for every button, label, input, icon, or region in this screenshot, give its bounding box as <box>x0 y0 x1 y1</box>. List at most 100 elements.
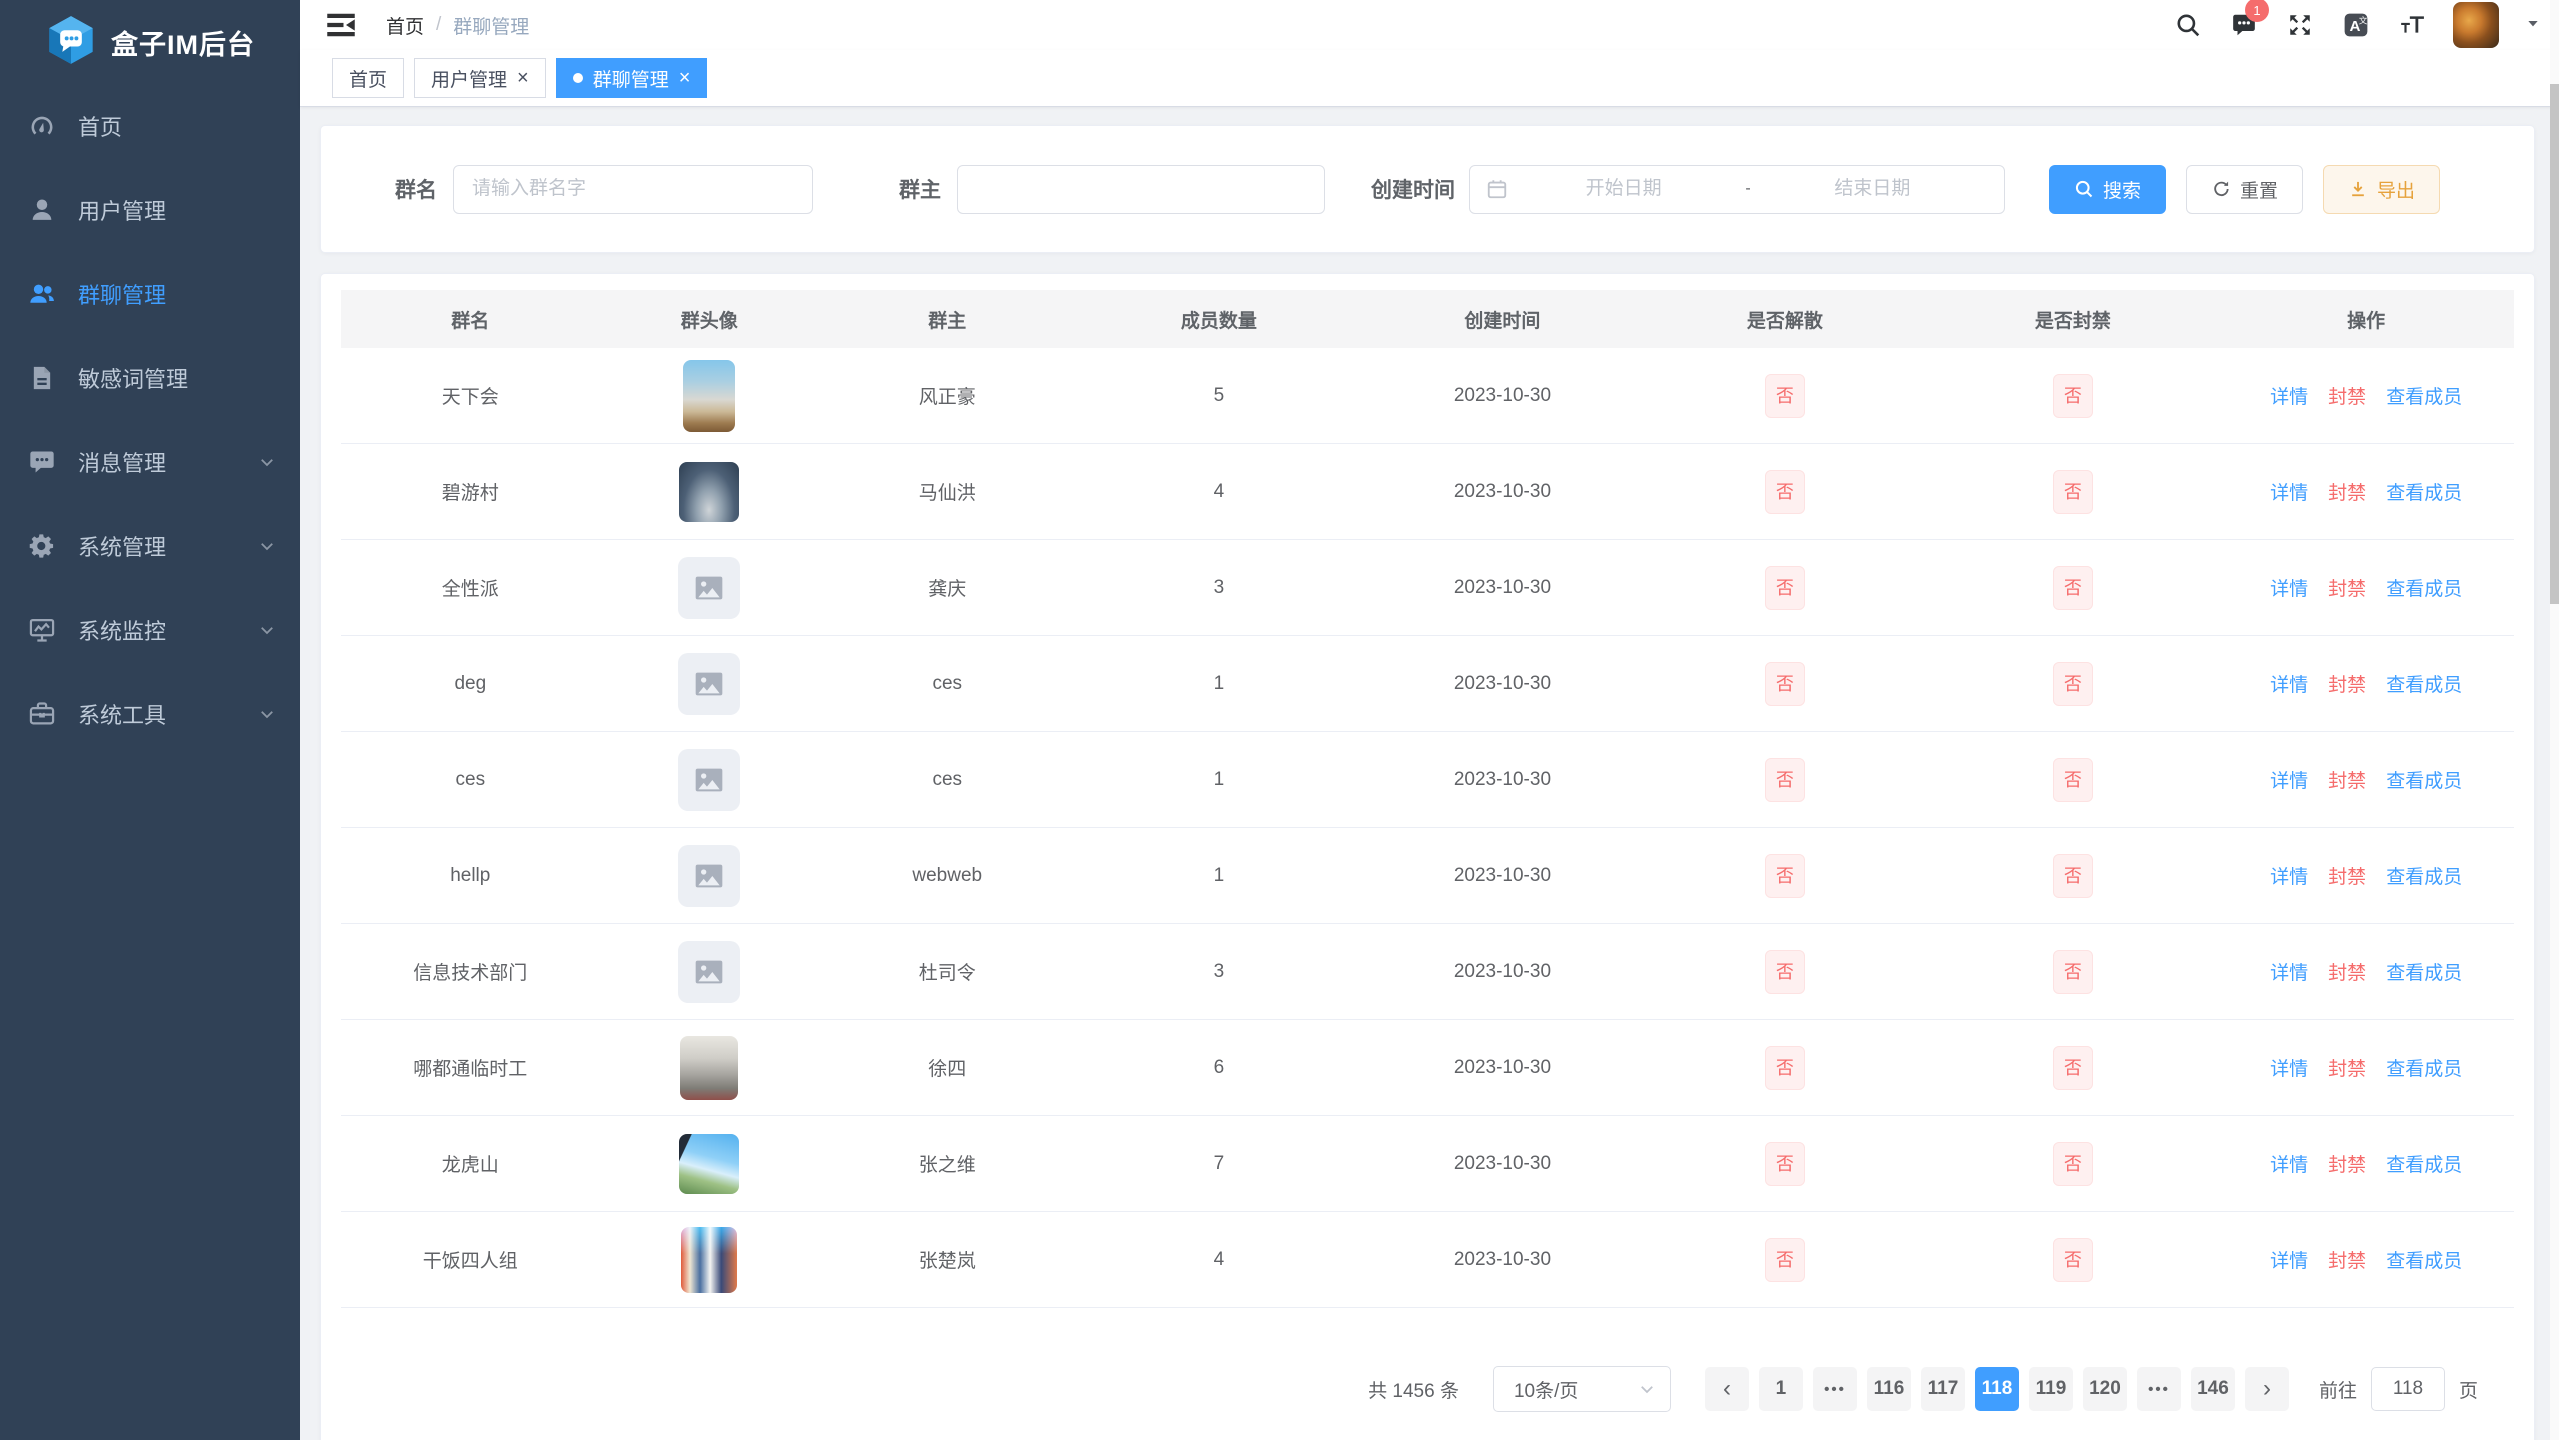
ban-link[interactable]: 封禁 <box>2328 1054 2366 1081</box>
group-name: hellp <box>341 865 600 887</box>
view-members-link[interactable]: 查看成员 <box>2386 766 2462 793</box>
page-scrollbar[interactable] <box>2550 0 2559 1440</box>
view-members-link[interactable]: 查看成员 <box>2386 862 2462 889</box>
translate-icon[interactable]: A文 <box>2341 10 2371 40</box>
group-name: 全性派 <box>341 574 600 601</box>
page-button-116[interactable]: 116 <box>1867 1367 1911 1411</box>
group-owner: ces <box>819 673 1075 695</box>
view-members-link[interactable]: 查看成员 <box>2386 1054 2462 1081</box>
goto-page-input[interactable] <box>2371 1367 2445 1411</box>
page-button-117[interactable]: 117 <box>1921 1367 1965 1411</box>
group-name: 干饭四人组 <box>341 1246 600 1273</box>
detail-link[interactable]: 详情 <box>2270 1054 2308 1081</box>
toolbox-icon <box>28 700 56 728</box>
actions-cell: 详情封禁查看成员 <box>2218 1246 2514 1273</box>
app-logo[interactable]: 盒子IM后台 <box>0 0 300 84</box>
created-time: 2023-10-30 <box>1362 385 1642 407</box>
page-button-120[interactable]: 120 <box>2083 1367 2127 1411</box>
view-members-link[interactable]: 查看成员 <box>2386 382 2462 409</box>
detail-link[interactable]: 详情 <box>2270 1246 2308 1273</box>
view-members-link[interactable]: 查看成员 <box>2386 1246 2462 1273</box>
goto-label: 前往 <box>2319 1376 2357 1403</box>
search-button[interactable]: 搜索 <box>2049 165 2166 214</box>
prev-page-button[interactable]: ‹ <box>1705 1367 1749 1411</box>
sidebar-item-groups[interactable]: 群聊管理 <box>0 252 300 336</box>
ban-link[interactable]: 封禁 <box>2328 862 2366 889</box>
page-button-119[interactable]: 119 <box>2029 1367 2073 1411</box>
group-owner: webweb <box>819 865 1075 887</box>
sidebar-item-messages[interactable]: 消息管理 <box>0 420 300 504</box>
detail-link[interactable]: 详情 <box>2270 478 2308 505</box>
view-members-link[interactable]: 查看成员 <box>2386 574 2462 601</box>
actions-cell: 详情封禁查看成员 <box>2218 574 2514 601</box>
sidebar-item-users[interactable]: 用户管理 <box>0 168 300 252</box>
font-size-icon[interactable] <box>2397 10 2427 40</box>
breadcrumb-home[interactable]: 首页 <box>386 12 424 39</box>
messages-icon[interactable]: 1 <box>2229 10 2259 40</box>
ban-link[interactable]: 封禁 <box>2328 1150 2366 1177</box>
hamburger-icon[interactable] <box>326 9 358 41</box>
ban-link[interactable]: 封禁 <box>2328 478 2366 505</box>
ban-link[interactable]: 封禁 <box>2328 1246 2366 1273</box>
sidebar-item-label: 系统监控 <box>78 614 166 646</box>
more-pages-button[interactable]: ••• <box>2137 1367 2181 1411</box>
ban-link[interactable]: 封禁 <box>2328 574 2366 601</box>
close-icon[interactable]: × <box>679 68 691 88</box>
sidebar-item-tools[interactable]: 系统工具 <box>0 672 300 756</box>
detail-link[interactable]: 详情 <box>2270 958 2308 985</box>
date-range-picker[interactable]: - <box>1469 165 2005 214</box>
view-members-link[interactable]: 查看成员 <box>2386 958 2462 985</box>
main-area: 首页 / 群聊管理 1 A文 <box>300 0 2559 1440</box>
view-members-link[interactable]: 查看成员 <box>2386 1150 2462 1177</box>
dashboard-icon <box>28 112 56 140</box>
detail-link[interactable]: 详情 <box>2270 862 2308 889</box>
reset-button[interactable]: 重置 <box>2186 165 2303 214</box>
detail-link[interactable]: 详情 <box>2270 574 2308 601</box>
detail-link[interactable]: 详情 <box>2270 1150 2308 1177</box>
table-row: degces12023-10-30否否详情封禁查看成员 <box>341 636 2514 732</box>
view-members-link[interactable]: 查看成员 <box>2386 478 2462 505</box>
sidebar-item-label: 消息管理 <box>78 446 166 478</box>
page-button-1[interactable]: 1 <box>1759 1367 1803 1411</box>
sidebar-item-system[interactable]: 系统管理 <box>0 504 300 588</box>
group-avatar-image <box>681 1227 737 1293</box>
actions-cell: 详情封禁查看成员 <box>2218 766 2514 793</box>
scrollbar-thumb[interactable] <box>2550 84 2559 604</box>
status-badge: 否 <box>1765 1046 1805 1090</box>
group-avatar-cell <box>600 1227 819 1293</box>
more-pages-button[interactable]: ••• <box>1813 1367 1857 1411</box>
export-button[interactable]: 导出 <box>2323 165 2440 214</box>
chevron-down-icon[interactable] <box>2525 15 2541 36</box>
sidebar-item-monitor[interactable]: 系统监控 <box>0 588 300 672</box>
fullscreen-icon[interactable] <box>2285 10 2315 40</box>
next-page-button[interactable]: › <box>2245 1367 2289 1411</box>
close-icon[interactable]: × <box>517 68 529 88</box>
detail-link[interactable]: 详情 <box>2270 670 2308 697</box>
user-avatar[interactable] <box>2453 2 2499 48</box>
sidebar-item-sensitive[interactable]: 敏感词管理 <box>0 336 300 420</box>
ban-link[interactable]: 封禁 <box>2328 766 2366 793</box>
start-date-input[interactable] <box>1508 178 1739 200</box>
detail-link[interactable]: 详情 <box>2270 382 2308 409</box>
ban-link[interactable]: 封禁 <box>2328 958 2366 985</box>
detail-link[interactable]: 详情 <box>2270 766 2308 793</box>
end-date-input[interactable] <box>1757 178 1988 200</box>
tab-2[interactable]: 群聊管理× <box>556 58 708 98</box>
group-owner: 风正豪 <box>819 382 1075 409</box>
page-button-118[interactable]: 118 <box>1975 1367 2019 1411</box>
page-button-146[interactable]: 146 <box>2191 1367 2235 1411</box>
created-time: 2023-10-30 <box>1362 865 1642 887</box>
tab-1[interactable]: 用户管理× <box>414 58 546 98</box>
column-header: 群名 <box>341 306 600 333</box>
sidebar-item-home[interactable]: 首页 <box>0 84 300 168</box>
page-size-select[interactable]: 10条/页 <box>1493 1366 1671 1412</box>
tab-0[interactable]: 首页 <box>332 58 404 98</box>
ban-link[interactable]: 封禁 <box>2328 670 2366 697</box>
owner-input[interactable] <box>957 165 1325 214</box>
search-icon[interactable] <box>2173 10 2203 40</box>
group-name-input[interactable] <box>453 165 813 214</box>
view-members-link[interactable]: 查看成员 <box>2386 670 2462 697</box>
ban-link[interactable]: 封禁 <box>2328 382 2366 409</box>
sidebar-menu: 首页用户管理群聊管理敏感词管理消息管理系统管理系统监控系统工具 <box>0 84 300 756</box>
banned-cell: 否 <box>1927 1142 2218 1186</box>
